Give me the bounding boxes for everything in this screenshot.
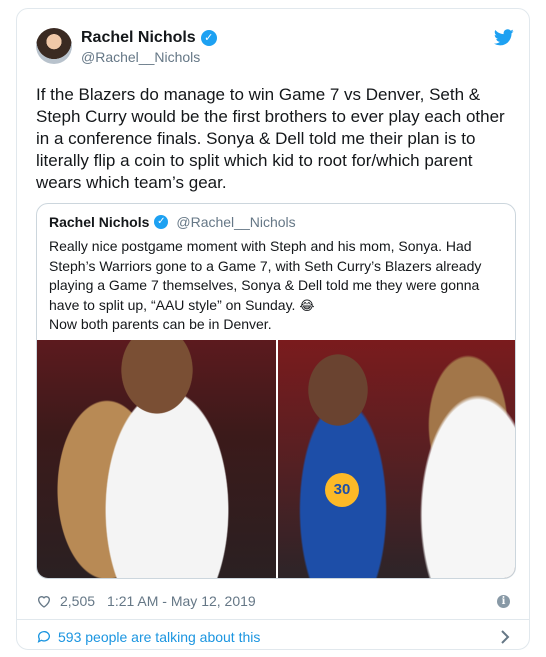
divider <box>17 619 529 620</box>
avatar[interactable] <box>36 28 72 64</box>
quoted-text-line2: Now both parents can be in Denver. <box>49 316 272 332</box>
like-count[interactable]: 2,505 <box>60 593 95 609</box>
quoted-tweet[interactable]: Rachel Nichols ✓ @Rachel__Nichols Really… <box>36 203 516 579</box>
photo-hug[interactable] <box>37 340 276 578</box>
author-name[interactable]: Rachel Nichols <box>81 29 196 47</box>
tweet-meta: 2,505 1:21 AM - May 12, 2019 <box>36 593 256 609</box>
speech-bubble-icon <box>37 631 50 643</box>
tweet-card: Rachel Nichols ✓ @Rachel__Nichols If the… <box>16 8 530 650</box>
laughing-emoji-icon: 😂 <box>299 297 315 313</box>
author-block: Rachel Nichols ✓ @Rachel__Nichols <box>81 29 217 65</box>
quoted-tweet-header: Rachel Nichols ✓ @Rachel__Nichols <box>49 214 296 230</box>
author-handle[interactable]: @Rachel__Nichols <box>81 49 217 65</box>
chevron-right-icon[interactable] <box>500 630 510 644</box>
verified-badge-icon: ✓ <box>200 30 217 46</box>
quoted-media: 30 <box>37 340 515 578</box>
tweet-text: If the Blazers do manage to win Game 7 v… <box>36 85 505 192</box>
conversation-link[interactable]: 593 people are talking about this <box>36 629 260 645</box>
talking-count[interactable]: 593 people are talking about this <box>58 629 260 645</box>
verified-badge-icon: ✓ <box>154 215 169 229</box>
jersey-number: 30 <box>325 473 359 507</box>
timestamp[interactable]: 1:21 AM - May 12, 2019 <box>107 593 256 609</box>
heart-icon[interactable] <box>36 593 52 609</box>
quoted-tweet-text: Really nice postgame moment with Steph a… <box>49 237 505 335</box>
quoted-author-name: Rachel Nichols <box>49 214 150 230</box>
quoted-author-handle: @Rachel__Nichols <box>176 214 296 230</box>
photo-smiling-player[interactable]: 30 <box>278 340 515 578</box>
twitter-bird-icon[interactable] <box>494 29 514 46</box>
info-icon[interactable]: i <box>497 595 510 608</box>
quoted-text-main: Really nice postgame moment with Steph a… <box>49 238 482 313</box>
